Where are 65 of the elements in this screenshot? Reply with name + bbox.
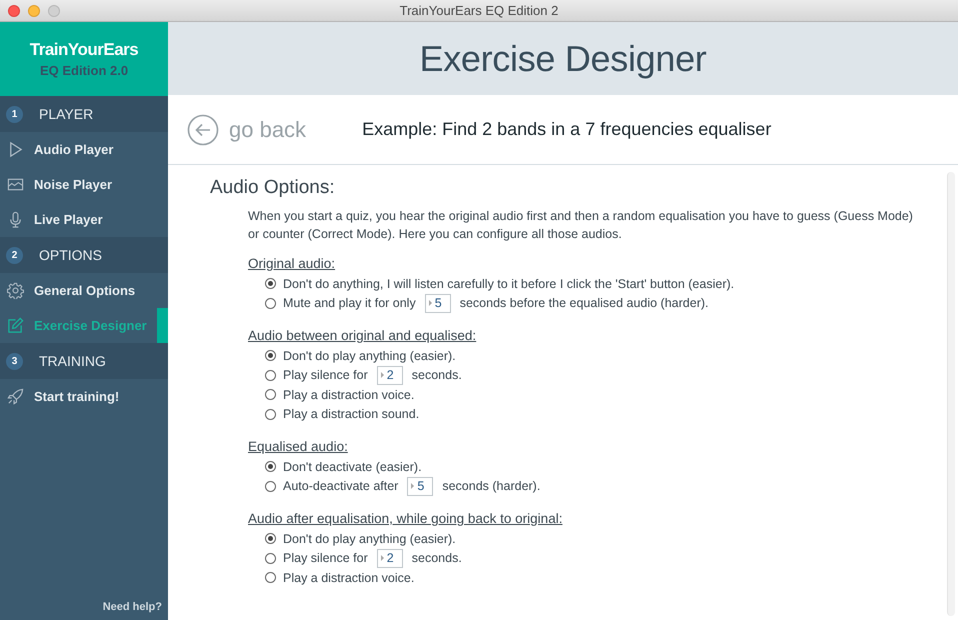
caret-icon [380,372,384,378]
radio-button[interactable] [265,350,276,362]
option-label: Mute and play it for only [283,296,416,310]
section-title: PLAYER [39,106,94,122]
option-label: Don't do play anything (easier). [283,532,456,546]
option-label: seconds. [412,368,462,382]
option-label: Don't do play anything (easier). [283,348,456,363]
sidebar-item[interactable]: Noise Player [0,167,168,202]
radio-button[interactable] [265,278,276,290]
group-title: Equalised audio: [248,439,348,454]
section-heading: Audio Options: [210,177,336,199]
number-field[interactable]: 5 [424,294,451,313]
number-field[interactable]: 2 [376,366,403,385]
number-field[interactable]: 5 [407,476,434,496]
group-title: Audio after equalisation, while going back to original: [248,511,562,526]
help-link[interactable]: Need help? [102,601,162,613]
caret-icon [428,300,432,306]
sidebar-item[interactable]: Live Player [0,202,168,237]
microphone-icon [7,211,24,228]
radio-button[interactable] [265,533,276,544]
waveform-icon [7,176,24,193]
rocket-icon [7,388,24,405]
page-title: Exercise Designer [419,38,706,80]
edit-icon [7,317,24,334]
group-title: Audio between original and equalised: [248,328,476,343]
option-label: Auto-deactivate after [283,479,398,494]
section-title: TRAINING [39,353,106,369]
option-label: seconds. [412,551,462,566]
option-label: Play silence for [283,368,368,382]
option-label: Don't deactivate (easier). [283,460,422,474]
option-label: Don't do anything, I will listen carefully to it before I click the 'Start' button (easier). [283,276,734,291]
exercise-title: Example: Find 2 bands in a 7 frequencies equaliser [362,119,772,140]
radio-button[interactable] [265,389,276,400]
number-field[interactable]: 2 [376,548,403,568]
sidebar-item[interactable]: General Options [0,273,168,308]
window-title: TrainYourEars EQ Edition 2 [400,3,558,18]
close-button[interactable] [8,5,20,17]
option-label: Play silence for [283,551,368,566]
scrollbar[interactable] [947,172,955,616]
settings-icon [7,282,24,299]
radio-button[interactable] [265,480,276,492]
radio-button[interactable] [265,461,276,472]
section-title: OPTIONS [39,247,102,263]
caret-icon [380,555,384,562]
radio-button[interactable] [265,552,276,564]
option-label: seconds before the equalised audio (harder). [460,296,708,310]
radio-button[interactable] [265,572,276,584]
group-title: Original audio: [248,256,336,271]
caret-icon [411,483,414,490]
option-label: seconds (harder). [442,479,540,494]
option-label: Play a distraction voice. [283,570,414,585]
step-number-badge: 2 [6,246,23,264]
radio-button[interactable] [265,370,276,381]
description-text: When you start a quiz, you hear the original audio first and then a random equalisation you have to guess (Guess Mode) or counter (Correct Mode). Here you can configure all those audios. [248,208,914,243]
radio-button[interactable] [265,408,276,420]
option-label: Play a distraction sound. [283,407,420,422]
step-number-badge: 3 [6,352,23,370]
app-edition: EQ Edition 2.0 [40,63,128,78]
option-label: Play a distraction voice. [283,388,414,402]
play-icon [7,141,24,158]
app-name: TrainYourEars [30,40,138,60]
sidebar-item[interactable]: Start training! [0,379,168,414]
sidebar-item[interactable]: Audio Player [0,132,168,167]
radio-button[interactable] [265,298,276,309]
step-number-badge: 1 [6,106,23,122]
